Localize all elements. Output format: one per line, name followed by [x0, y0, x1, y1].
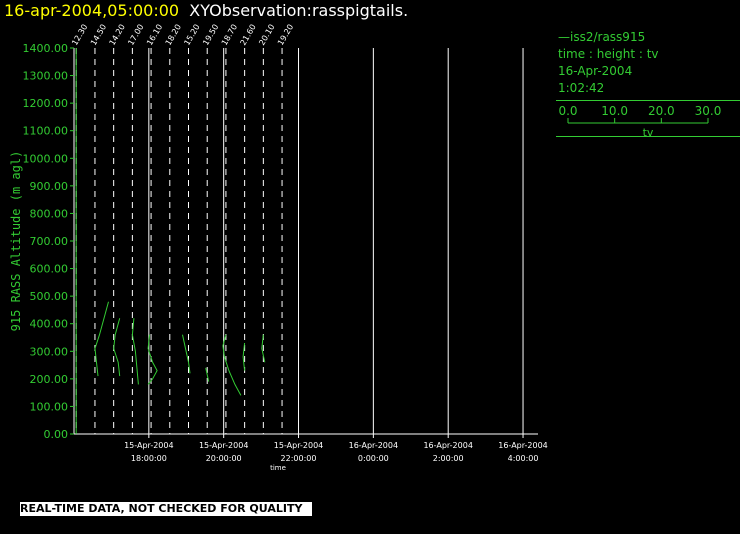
profile-label: 21.60 [239, 23, 258, 47]
legend-axes: time : height : tv [558, 47, 659, 61]
y-tick-label: 0.00 [44, 428, 69, 441]
profile-trace [182, 334, 191, 374]
profile-trace [222, 334, 242, 396]
y-tick-label: 1200.00 [23, 97, 69, 110]
quality-disclaimer: REAL-TIME DATA, NOT CHECKED FOR QUALITY [20, 502, 312, 516]
legend-date: 16-Apr-2004 [558, 64, 633, 78]
legend-time: 1:02:42 [558, 81, 605, 95]
x-tick-time: 2:00:00 [433, 454, 464, 463]
profile-label: 17.00 [126, 23, 145, 47]
legend: —iss2/rass915 time : height : tv 16-Apr-… [556, 29, 740, 139]
x-tick-time: 18:00:00 [131, 454, 167, 463]
y-tick-label: 1300.00 [23, 70, 69, 83]
profile-label: 16.10 [145, 23, 164, 47]
profile-trace [94, 301, 109, 377]
profile-label: 15.20 [182, 23, 201, 47]
scale-tick-label: 30.0 [695, 104, 722, 118]
y-tick-label: 1100.00 [23, 125, 69, 138]
legend-series-label: iss2/rass915 [570, 30, 646, 44]
y-tick-label: 700.00 [30, 235, 69, 248]
scale-tick-label: 10.0 [601, 104, 628, 118]
scale-tick-label: 20.0 [648, 104, 675, 118]
profile-label: 20.10 [257, 23, 276, 47]
profile-trace [131, 318, 139, 385]
profile-trace [113, 318, 121, 377]
y-tick-label: 100.00 [30, 400, 69, 413]
y-tick-label: 600.00 [30, 263, 69, 276]
x-tick-date: 15-Apr-2004 [124, 441, 173, 450]
x-tick-date: 15-Apr-2004 [199, 441, 248, 450]
x-axis-label: time [270, 464, 286, 472]
scale-tick-label: 0.0 [558, 104, 577, 118]
profile-label: 18.70 [220, 23, 239, 47]
x-tick-date: 15-Apr-2004 [274, 441, 323, 450]
legend-line-icon: — [558, 30, 570, 44]
y-tick-label: 200.00 [30, 373, 69, 386]
profile-label: 14.50 [89, 23, 108, 47]
profile-label: 19.50 [201, 23, 220, 47]
profile-label: 19.20 [276, 23, 295, 47]
legend-scale: 0.0 10.0 20.0 30.0 tv [558, 104, 722, 139]
x-tick-time: 20:00:00 [206, 454, 242, 463]
profile-trace [147, 334, 158, 385]
profile-label: 14.20 [108, 23, 127, 47]
scale-label: tv [643, 126, 654, 139]
x-tick-date: 16-Apr-2004 [423, 441, 472, 450]
x-tick-date: 16-Apr-2004 [349, 441, 398, 450]
x-tick-time: 22:00:00 [281, 454, 317, 463]
y-tick-label: 400.00 [30, 318, 69, 331]
x-tick-time: 0:00:00 [358, 454, 389, 463]
y-axis-label: 915 RASS Altitude (m agl) [9, 151, 23, 332]
y-tick-label: 900.00 [30, 180, 69, 193]
x-tick-date: 16-Apr-2004 [498, 441, 547, 450]
y-tick-label: 800.00 [30, 207, 69, 220]
y-tick-label: 500.00 [30, 290, 69, 303]
profile-label: 12.30 [70, 23, 89, 47]
legend-series: —iss2/rass915 [556, 29, 740, 46]
profile-label: 18.20 [164, 23, 183, 47]
y-tick-label: 1000.00 [23, 152, 69, 165]
y-tick-label: 300.00 [30, 345, 69, 358]
x-tick-time: 4:00:00 [508, 454, 539, 463]
y-tick-label: 1400.00 [23, 42, 69, 55]
